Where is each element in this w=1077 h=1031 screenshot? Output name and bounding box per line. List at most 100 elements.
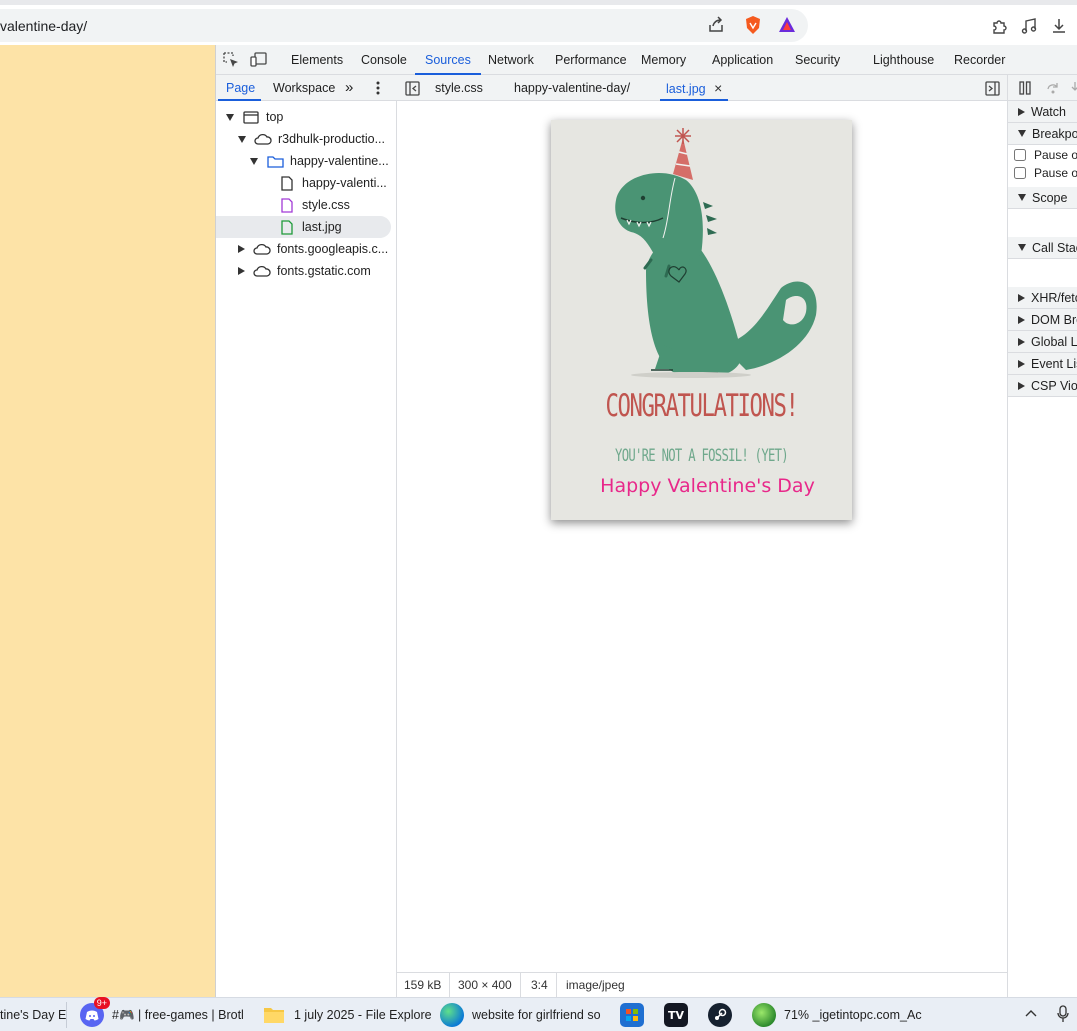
toggle-navigator-icon[interactable]: [403, 79, 421, 97]
taskbar-item-store[interactable]: [620, 998, 652, 1031]
devtools-tab-recorder[interactable]: Recorder: [954, 45, 1005, 75]
expand-arrow-icon: [1018, 130, 1026, 137]
expand-arrow-icon[interactable]: [238, 135, 246, 143]
chevron-up-icon[interactable]: [1024, 1007, 1038, 1024]
devtools-tab-performance[interactable]: Performance: [555, 45, 627, 75]
steam-icon: [708, 1003, 732, 1027]
devtools-tab-application[interactable]: Application: [712, 45, 773, 75]
more-tabs-icon[interactable]: »: [345, 75, 353, 101]
navigator-tabs: Page Workspace »: [216, 75, 397, 101]
section-global-listeners[interactable]: Global Listeners: [1008, 331, 1077, 353]
folder-icon: [262, 1003, 286, 1027]
page-viewport[interactable]: [0, 45, 215, 997]
tree-item-document[interactable]: happy-valenti...: [216, 172, 397, 194]
downloads-icon[interactable]: [1048, 15, 1070, 37]
debugger-sidebar: Watch Breakpoints Pause on uncaught exce…: [1007, 75, 1077, 997]
tree-item-origin[interactable]: fonts.gstatic.com: [216, 260, 397, 282]
expand-arrow-icon[interactable]: [226, 113, 234, 121]
taskbar-item-file-explorer[interactable]: 1 july 2025 - File Explore: [262, 998, 432, 1031]
expand-arrow-icon[interactable]: [250, 157, 258, 165]
tree-item-label: last.jpg: [302, 220, 342, 234]
pause-caught-checkbox[interactable]: Pause on caught exceptions: [1014, 164, 1077, 182]
pause-icon[interactable]: [1016, 79, 1034, 97]
section-watch[interactable]: Watch: [1008, 101, 1077, 123]
editor-tab-style-css[interactable]: style.css: [435, 75, 483, 101]
aspect-ratio: 3:4: [531, 973, 557, 998]
device-toolbar-icon[interactable]: [250, 51, 268, 69]
taskbar-item-label: tine's Day E: [0, 1008, 67, 1022]
taskbar-item-label: 71% _igetintopc.com_Ac: [784, 1008, 922, 1022]
expand-arrow-icon: [1018, 244, 1026, 251]
taskbar-item-browser[interactable]: tine's Day E: [0, 998, 66, 1031]
section-dom-breakpoints[interactable]: DOM Breakpoints: [1008, 309, 1077, 331]
tree-item-top[interactable]: top: [216, 106, 397, 128]
section-xhr-breakpoints[interactable]: XHR/fetch Breakpoints: [1008, 287, 1077, 309]
taskbar-item-discord[interactable]: 9+ #🎮 | free-games | Brotl: [80, 997, 244, 1031]
card-caption: Happy Valentine's Day: [600, 475, 815, 497]
mime-type: image/jpeg: [566, 978, 625, 992]
tree-item-folder[interactable]: happy-valentine...: [216, 150, 397, 172]
card-headline: CONGRATULATIONS!: [605, 388, 799, 424]
taskbar-item-label: 1 july 2025 - File Explore: [294, 1008, 432, 1022]
download-manager-icon: [752, 1003, 776, 1027]
microphone-icon[interactable]: [1056, 1005, 1070, 1026]
editor-tab-label: last.jpg: [666, 82, 706, 96]
devtools-tab-memory[interactable]: Memory: [641, 45, 686, 75]
folder-icon: [266, 153, 284, 169]
toggle-debugger-icon[interactable]: [983, 79, 1001, 97]
editor-tab-html[interactable]: happy-valentine-day/: [514, 75, 630, 101]
devtools-tab-lighthouse[interactable]: Lighthouse: [873, 45, 934, 75]
taskbar-item-steam[interactable]: [708, 998, 740, 1031]
url-text[interactable]: valentine-day/: [0, 18, 87, 34]
devtools-tab-network[interactable]: Network: [488, 45, 534, 75]
store-icon: [620, 1003, 644, 1027]
taskbar-item-edge[interactable]: website for girlfriend so: [440, 998, 601, 1031]
section-scope[interactable]: Scope: [1008, 187, 1077, 209]
tree-item-origin[interactable]: fonts.googleapis.c...: [216, 238, 397, 260]
brave-shield-icon[interactable]: [743, 15, 763, 35]
section-csp-violation-breakpoints[interactable]: CSP Violation Breakpoints: [1008, 375, 1077, 397]
taskbar-item-download-manager[interactable]: 71% _igetintopc.com_Ac: [752, 998, 922, 1031]
media-icon[interactable]: [1018, 15, 1040, 37]
tree-item-label: top: [266, 110, 284, 124]
tree-item-stylesheet[interactable]: style.css: [216, 194, 397, 216]
tab-strip: [0, 0, 1077, 5]
navigator-tab-workspace[interactable]: Workspace: [273, 75, 335, 101]
step-into-icon[interactable]: [1066, 79, 1077, 97]
share-icon[interactable]: [706, 15, 726, 35]
section-breakpoints[interactable]: Breakpoints: [1008, 123, 1077, 145]
expand-arrow-icon: [1018, 337, 1025, 346]
devtools-tab-security[interactable]: Security: [795, 45, 840, 75]
tree-item-origin[interactable]: r3dhulk-productio...: [216, 128, 397, 150]
devtools-tab-sources[interactable]: Sources: [415, 45, 481, 75]
address-bar[interactable]: valentine-day/: [0, 9, 808, 42]
editor-tab-last-jpg[interactable]: last.jpg ×: [659, 75, 729, 101]
sources-navigator: Page Workspace » top r3dhulk-productio..…: [216, 75, 397, 997]
tree-item-label: happy-valenti...: [302, 176, 387, 190]
expand-arrow-icon[interactable]: [238, 267, 245, 275]
brave-rewards-icon[interactable]: [777, 15, 797, 35]
devtools-tab-console[interactable]: Console: [361, 45, 407, 75]
close-icon[interactable]: ×: [714, 80, 722, 96]
inspect-element-icon[interactable]: [222, 51, 240, 69]
image-preview: CONGRATULATIONS! YOU'RE NOT A FOSSIL! (Y…: [551, 120, 852, 520]
card-subline: YOU'RE NOT A FOSSIL! (YET): [615, 446, 789, 466]
devtools-tab-elements[interactable]: Elements: [291, 45, 343, 75]
cloud-icon: [253, 241, 271, 257]
section-call-stack[interactable]: Call Stack: [1008, 237, 1077, 259]
windows-taskbar: tine's Day E 9+ #🎮 | free-games | Brotl …: [0, 997, 1077, 1031]
tree-item-image[interactable]: last.jpg: [216, 216, 391, 238]
kebab-menu-icon[interactable]: [376, 75, 380, 101]
expand-arrow-icon: [1018, 194, 1026, 201]
extensions-icon[interactable]: [988, 15, 1010, 37]
section-event-listener-breakpoints[interactable]: Event Listener Breakpoints: [1008, 353, 1077, 375]
image-status-bar: 159 kB 300 × 400 3:4 image/jpeg: [397, 972, 1007, 998]
expand-arrow-icon: [1018, 315, 1025, 324]
step-over-icon[interactable]: [1044, 79, 1062, 97]
taskbar-item-tradingview[interactable]: TV: [664, 998, 696, 1031]
expand-arrow-icon: [1018, 359, 1025, 368]
stylesheet-file-icon: [278, 197, 296, 213]
navigator-tab-page[interactable]: Page: [217, 75, 262, 101]
pause-uncaught-checkbox[interactable]: Pause on uncaught exceptions: [1014, 146, 1077, 164]
expand-arrow-icon[interactable]: [238, 245, 245, 253]
